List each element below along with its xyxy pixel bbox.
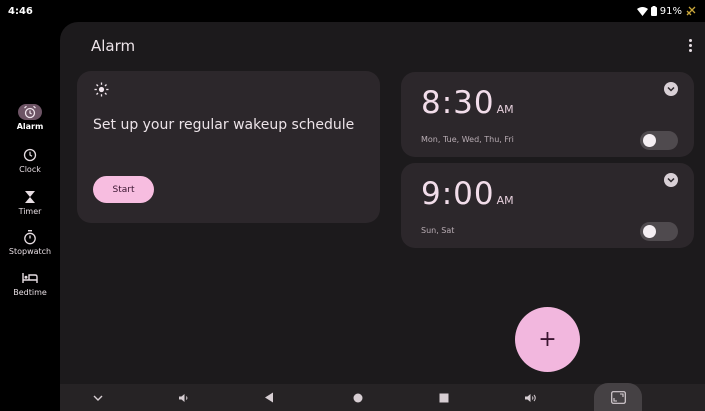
navigation-rail: Alarm Clock Timer Stopwatch Bedtime (0, 22, 60, 386)
volume-up-button[interactable] (521, 384, 541, 411)
back-icon (265, 392, 273, 403)
rail-label-clock: Clock (19, 165, 41, 174)
wifi-icon (636, 6, 648, 16)
rail-label-alarm: Alarm (16, 122, 44, 131)
rail-item-timer[interactable]: Timer (0, 189, 60, 216)
alarm-time: 9:00 AM (421, 176, 514, 212)
screenshot-button[interactable] (594, 383, 642, 411)
dot-icon (688, 48, 692, 52)
dot-icon (688, 43, 692, 47)
start-button[interactable]: Start (93, 176, 154, 203)
alarm-clock-icon (18, 104, 42, 120)
alarm-time-value: 8:30 (421, 85, 495, 121)
hourglass-icon (18, 189, 42, 205)
rail-item-stopwatch[interactable]: Stopwatch (0, 229, 60, 256)
plus-icon: + (538, 327, 557, 352)
volume-down-button[interactable] (174, 384, 194, 411)
rail-item-clock[interactable]: Clock (0, 147, 60, 174)
screenshot-icon (610, 390, 626, 404)
battery-percent: 91% (659, 5, 682, 17)
chevron-down-icon (667, 86, 675, 92)
home-icon (353, 393, 363, 402)
volume-down-icon (179, 393, 188, 402)
status-icons: 91% (636, 5, 697, 17)
rail-label-timer: Timer (18, 207, 42, 216)
rail-label-bedtime: Bedtime (13, 288, 47, 297)
alarm-card[interactable]: 9:00 AM Sun, Sat (401, 163, 694, 248)
alarm-card[interactable]: 8:30 AM Mon, Tue, Wed, Thu, Fri (401, 72, 694, 157)
alarm-toggle[interactable] (640, 222, 678, 241)
overflow-menu-button[interactable] (684, 36, 696, 54)
hide-nav-button[interactable] (88, 384, 108, 411)
alarm-ampm: AM (496, 194, 514, 207)
home-button[interactable] (348, 384, 368, 411)
alarm-days: Sun, Sat (421, 226, 455, 235)
chevron-down-icon (93, 395, 103, 401)
volume-up-icon (525, 393, 536, 402)
expand-alarm-button[interactable] (664, 173, 678, 187)
status-time: 4:46 (8, 6, 33, 17)
clock-icon (18, 147, 42, 163)
expand-alarm-button[interactable] (664, 82, 678, 96)
satellite-icon (685, 5, 697, 17)
rail-item-bedtime[interactable]: Bedtime (0, 270, 60, 297)
wakeup-prompt: Set up your regular wakeup schedule (93, 117, 355, 133)
toggle-knob (643, 134, 656, 147)
status-bar: 4:46 91% (0, 0, 705, 22)
back-button[interactable] (259, 384, 279, 411)
stopwatch-icon (18, 229, 42, 245)
alarm-toggle[interactable] (640, 131, 678, 150)
dot-icon (688, 38, 692, 42)
rail-label-stopwatch: Stopwatch (8, 247, 52, 256)
chevron-down-icon (667, 177, 675, 183)
alarm-days: Mon, Tue, Wed, Thu, Fri (421, 135, 514, 144)
bed-icon (18, 270, 42, 286)
recents-button[interactable] (434, 384, 454, 411)
battery-icon (650, 6, 657, 16)
rail-item-alarm[interactable]: Alarm (0, 104, 60, 131)
recents-icon (439, 393, 449, 402)
alarm-time-value: 9:00 (421, 176, 495, 212)
add-alarm-button[interactable]: + (515, 307, 580, 372)
page-title: Alarm (91, 37, 136, 55)
alarm-ampm: AM (496, 103, 514, 116)
toggle-knob (643, 225, 656, 238)
sun-icon (94, 82, 109, 101)
alarm-time: 8:30 AM (421, 85, 514, 121)
